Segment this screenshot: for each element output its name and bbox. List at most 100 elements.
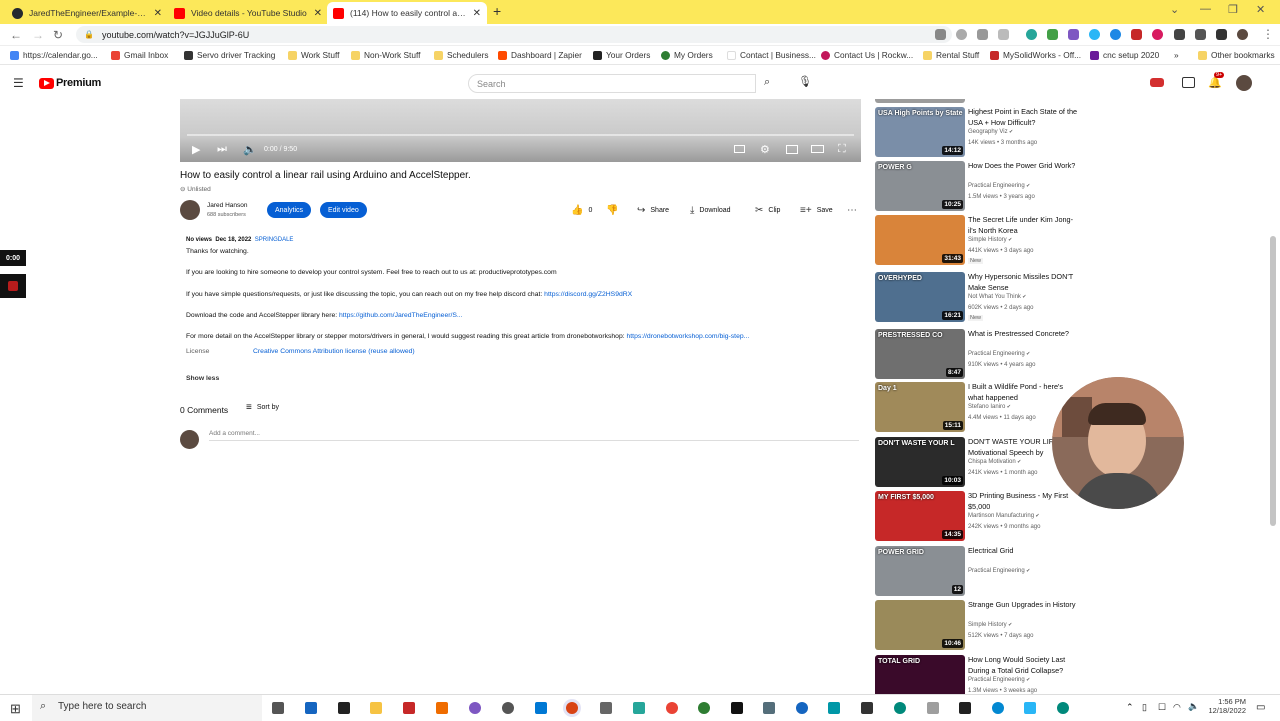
menu-kebab-icon[interactable]: ⋮ xyxy=(1262,27,1274,41)
microphone-icon[interactable]: 🎙 xyxy=(798,75,812,88)
bookmark-folder[interactable]: Work Stuff xyxy=(288,50,339,60)
bookmark-item[interactable]: My Orders xyxy=(661,50,713,60)
tab-github[interactable]: JaredTheEngineer/Example-Linear ✕ xyxy=(6,2,168,24)
share-page-icon[interactable] xyxy=(977,29,988,40)
app-icon[interactable] xyxy=(698,702,710,714)
recommendation-card[interactable]: OVERHYPED 16:21 Why Hypersonic Missiles DO… xyxy=(875,272,1075,322)
new-tab-button[interactable]: + xyxy=(493,3,501,19)
bookmark-item[interactable]: Dashboard | Zapier xyxy=(498,50,582,60)
camera-icon[interactable] xyxy=(600,702,612,714)
chevron-down-icon[interactable]: ⌄ xyxy=(1170,3,1179,16)
sort-by-button[interactable]: ≡ Sort by xyxy=(246,402,279,413)
install-icon[interactable] xyxy=(935,29,946,40)
minimize-button[interactable]: — xyxy=(1200,3,1211,15)
progress-bar[interactable] xyxy=(187,134,854,136)
bookmark-item[interactable]: Contact Us | Rockw... xyxy=(821,50,913,60)
stop-recording-button[interactable] xyxy=(0,274,26,298)
tab-youtube-studio[interactable]: Video details - YouTube Studio ✕ xyxy=(168,2,328,24)
bookmark-item[interactable]: Your Orders xyxy=(593,50,650,60)
channel-name[interactable]: Jared Hanson xyxy=(207,202,247,209)
close-tab-icon[interactable]: ✕ xyxy=(473,8,481,19)
recommendation-title[interactable]: The Secret Life under Kim Jong-il's Nort… xyxy=(968,215,1080,236)
scrollbar[interactable] xyxy=(1270,236,1276,526)
hamburger-menu-icon[interactable]: ☰ xyxy=(13,76,24,90)
close-tab-icon[interactable]: ✕ xyxy=(154,8,162,19)
download-button[interactable]: ⤓ Download xyxy=(690,205,731,216)
address-bar[interactable]: 🔒 youtube.com/watch?v=JGJJuGlP-6U xyxy=(76,26,952,43)
taskbar-clock[interactable]: 1:56 PM 12/18/2022 xyxy=(1200,697,1246,715)
recommendation-card[interactable]: POWER G 10:25 How Does the Power Grid Work… xyxy=(875,161,1075,211)
extension-icon[interactable] xyxy=(1152,29,1163,40)
dronebot-link[interactable]: https://dronebotworkshop.com/big-step... xyxy=(627,333,750,340)
forward-icon[interactable]: → xyxy=(32,28,44,42)
video-thumbnail[interactable]: Day 1 15:11 xyxy=(875,382,965,432)
bookmark-item[interactable]: MySolidWorks - Off... xyxy=(990,50,1081,60)
bookmark-folder[interactable]: Rental Stuff xyxy=(923,50,979,60)
add-comment-input[interactable]: Add a comment... xyxy=(209,430,859,441)
like-button[interactable]: 👍 0 xyxy=(571,205,592,216)
recommendation-title[interactable]: How Does the Power Grid Work? xyxy=(968,161,1080,172)
app-icon[interactable] xyxy=(469,702,481,714)
recommendation-title[interactable]: Electrical Grid xyxy=(968,546,1080,557)
app-icon[interactable] xyxy=(959,702,971,714)
video-thumbnail[interactable]: USA High Points by State 14:12 xyxy=(875,107,965,157)
youtube-premium-logo[interactable]: Premium xyxy=(39,77,101,89)
recommendation-channel[interactable]: Martinson Manufacturing ✔ xyxy=(968,513,1040,519)
discord-link[interactable]: https://discord.gg/Z2HS9dRX xyxy=(544,291,632,298)
obs-icon[interactable] xyxy=(566,702,578,714)
recommendation-card[interactable]: POWER GRID 12 Electrical Grid Practical Eng… xyxy=(875,546,1075,596)
extension-icon[interactable] xyxy=(1131,29,1142,40)
profile-avatar[interactable] xyxy=(1237,29,1248,40)
volume-icon[interactable]: 🔈 xyxy=(243,143,257,156)
bookmark-folder[interactable]: Other bookmarks xyxy=(1198,50,1275,60)
next-icon[interactable]: ⏭ xyxy=(217,143,227,156)
recommendation-card[interactable]: MY FIRST $5,000 14:35 3D Printing Business… xyxy=(875,491,1075,541)
recommendation-title[interactable]: Highest Point in Each State of the USA +… xyxy=(968,107,1080,128)
video-thumbnail[interactable]: PRESTRESSED CO 8:47 xyxy=(875,329,965,379)
github-link[interactable]: https://github.com/JaredTheEngineer/S... xyxy=(339,312,463,319)
app-icon[interactable] xyxy=(731,702,743,714)
recommendation-card[interactable]: DON'T WASTE YOUR L 10:03 DON'T WASTE YOUR … xyxy=(875,437,1075,487)
recommendation-title[interactable]: Why Hypersonic Missiles DON'T Make Sense xyxy=(968,272,1080,293)
app-icon[interactable] xyxy=(861,702,873,714)
channel-avatar[interactable] xyxy=(180,200,200,220)
bookmark-star-icon[interactable] xyxy=(998,29,1009,40)
recommendation-title[interactable]: Strange Gun Upgrades in History xyxy=(968,600,1080,611)
extension-icon[interactable] xyxy=(1068,29,1079,40)
bookmark-item[interactable]: Gmail Inbox xyxy=(111,50,168,60)
recommendation-channel[interactable]: Simple History ✔ xyxy=(968,622,1012,628)
recommendation-title[interactable]: What is Prestressed Concrete? xyxy=(968,329,1080,340)
show-less-button[interactable]: Show less xyxy=(186,375,219,382)
reload-icon[interactable]: ↻ xyxy=(53,28,63,42)
bookmark-item[interactable]: cnc setup 2020 xyxy=(1090,50,1159,60)
recommendation-channel[interactable]: Practical Engineering ✔ xyxy=(968,677,1030,683)
tray-icon[interactable]: ▯ xyxy=(1142,702,1147,713)
app-icon[interactable] xyxy=(796,702,808,714)
recommendation-channel[interactable]: Chispa Motivation ✔ xyxy=(968,459,1021,465)
extension-icon[interactable] xyxy=(1110,29,1121,40)
recommendation-title[interactable]: How Long Would Society Last During a Tot… xyxy=(968,655,1080,676)
bookmark-folder[interactable]: Schedulers xyxy=(434,50,489,60)
captions-icon[interactable] xyxy=(734,145,745,153)
recommendation-channel[interactable]: Practical Engineering ✔ xyxy=(968,568,1030,574)
recommendation-channel[interactable]: Not What You Think ✔ xyxy=(968,294,1027,300)
bookmark-item[interactable]: Servo driver Tracking xyxy=(184,50,275,60)
extension-badge-icon[interactable] xyxy=(1150,78,1164,87)
miniplayer-icon[interactable] xyxy=(786,145,798,154)
recommendation-card[interactable]: Day 1 15:11 I Built a Wildlife Pond - here… xyxy=(875,382,1075,432)
tab-youtube-watch[interactable]: (114) How to easily control a linear ✕ xyxy=(327,2,487,24)
recommendation-title[interactable]: 3D Printing Business - My First $5,000 xyxy=(968,491,1080,512)
video-thumbnail[interactable]: POWER GRID 12 xyxy=(875,546,965,596)
share-button[interactable]: ↪ Share xyxy=(637,205,669,216)
settings-gear-icon[interactable]: ⚙ xyxy=(760,143,770,156)
analytics-button[interactable]: Analytics xyxy=(267,202,312,218)
dislike-button[interactable]: 👎 xyxy=(606,205,623,216)
app-icon[interactable] xyxy=(927,702,939,714)
task-view-icon[interactable] xyxy=(272,702,284,714)
app-icon[interactable] xyxy=(535,702,547,714)
recommendation-channel[interactable]: Stefano Ianiro ✔ xyxy=(968,404,1011,410)
recommendation-channel[interactable]: Practical Engineering ✔ xyxy=(968,351,1030,357)
recommendation-card[interactable]: PRESTRESSED CO 8:47 What is Prestressed Co… xyxy=(875,329,1075,379)
save-button[interactable]: ≡+ Save xyxy=(800,205,833,216)
video-thumbnail[interactable]: DON'T WASTE YOUR L 10:03 xyxy=(875,437,965,487)
